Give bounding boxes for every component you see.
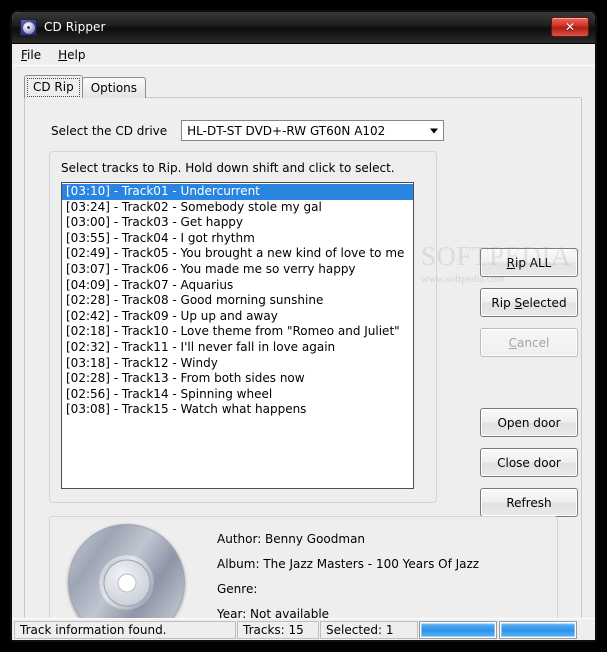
tab-options[interactable]: Options	[81, 77, 147, 98]
track-list-item[interactable]: [03:24] - Track02 - Somebody stole my ga…	[62, 200, 413, 216]
track-listbox[interactable]: [03:10] - Track01 - Undercurrent [03:24] …	[61, 182, 414, 489]
info-genre: Genre:	[217, 582, 258, 596]
info-author: Author: Benny Goodman	[217, 532, 366, 546]
close-door-button[interactable]: Close door	[480, 448, 578, 477]
album-info-panel: Author: Benny Goodman Album: The Jazz Ma…	[49, 516, 558, 640]
progress-bar-1-fill	[421, 622, 495, 637]
drive-selector-row: Select the CD drive HL-DT-ST DVD+-RW GT6…	[51, 120, 445, 141]
status-selected-count: Selected: 1	[320, 620, 418, 639]
track-list-item[interactable]: [02:42] - Track09 - Up up and away	[62, 309, 413, 325]
drive-combobox[interactable]: HL-DT-ST DVD+-RW GT60N A102	[181, 120, 445, 141]
track-group-panel: Select tracks to Rip. Hold down shift an…	[49, 151, 437, 503]
cancel-button: Cancel	[480, 328, 578, 357]
track-list-item[interactable]: [02:32] - Track11 - I'll never fall in l…	[62, 340, 413, 356]
tab-cd-rip[interactable]: CD Rip	[24, 75, 83, 98]
track-list-item[interactable]: [02:56] - Track14 - Spinning wheel	[62, 387, 413, 403]
track-list-item[interactable]: [03:18] - Track12 - Windy	[62, 356, 413, 372]
cancel-rest: ancel	[517, 335, 550, 350]
track-list-item[interactable]: [03:07] - Track06 - You made me so verry…	[62, 262, 413, 278]
track-hint-label: Select tracks to Rip. Hold down shift an…	[61, 161, 395, 175]
track-list-item[interactable]: [03:55] - Track04 - I got rhythm	[62, 231, 413, 247]
progress-bar-2	[499, 620, 577, 639]
rip-selected-pre: Rip	[491, 295, 515, 310]
status-bar: Track information found. Tracks: 15 Sele…	[12, 618, 595, 640]
window-title: CD Ripper	[44, 20, 106, 34]
menu-item-help[interactable]: Help	[58, 47, 94, 63]
status-message: Track information found.	[14, 620, 236, 639]
track-list-item[interactable]: [02:49] - Track05 - You brought a new ki…	[62, 246, 413, 262]
menu-item-file[interactable]: File	[21, 47, 50, 63]
track-list-item[interactable]: [03:00] - Track03 - Get happy	[62, 215, 413, 231]
rip-all-button[interactable]: Rip ALL	[480, 248, 578, 277]
screen: CD Ripper ✕ File Help CD Rip Options Sel…	[0, 0, 607, 652]
track-list-item[interactable]: [02:18] - Track10 - Love theme from "Rom…	[62, 324, 413, 340]
rip-selected-accel: S	[514, 295, 523, 310]
track-list-item[interactable]: [03:08] - Track15 - Watch what happens	[62, 402, 413, 418]
progress-bar-2-fill	[501, 622, 575, 637]
close-button[interactable]: ✕	[551, 17, 589, 37]
chevron-down-icon	[430, 128, 439, 133]
rip-all-rest: ip ALL	[514, 255, 552, 270]
status-track-count: Tracks: 15	[237, 620, 319, 639]
drive-label: Select the CD drive	[51, 123, 168, 138]
menu-bar: File Help	[12, 44, 595, 66]
title-bar: CD Ripper ✕	[12, 12, 595, 44]
rip-selected-button[interactable]: Rip Selected	[480, 288, 578, 317]
cancel-accel: C	[508, 335, 518, 350]
menu-help-accel: H	[58, 47, 68, 62]
tab-focus-rect	[27, 78, 80, 97]
rip-selected-rest: elected	[522, 295, 567, 310]
progress-bar-1	[419, 620, 497, 639]
track-list-item[interactable]: [03:10] - Track01 - Undercurrent	[62, 184, 413, 200]
cd-disc-icon	[20, 19, 37, 36]
album-info-lines: Author: Benny Goodman Album: The Jazz Ma…	[217, 532, 479, 632]
tab-options-label: Options	[90, 81, 138, 95]
app-window: CD Ripper ✕ File Help CD Rip Options Sel…	[11, 11, 596, 641]
track-list-item[interactable]: [02:28] - Track13 - From both sides now	[62, 371, 413, 387]
menu-help-rest: elp	[67, 47, 86, 62]
menu-file-rest: ile	[27, 47, 42, 62]
open-door-button[interactable]: Open door	[480, 408, 578, 437]
tab-panel-cd-rip: Select the CD drive HL-DT-ST DVD+-RW GT6…	[24, 97, 582, 640]
drive-combobox-value: HL-DT-ST DVD+-RW GT60N A102	[187, 123, 386, 138]
info-album: Album: The Jazz Masters - 100 Years Of J…	[217, 557, 480, 571]
tab-strip: CD Rip Options	[24, 75, 147, 98]
track-list-item[interactable]: [04:09] - Track07 - Aquarius	[62, 278, 413, 294]
rip-all-accel: R	[506, 255, 515, 270]
refresh-button[interactable]: Refresh	[480, 488, 578, 517]
track-list-item[interactable]: [02:28] - Track08 - Good morning sunshin…	[62, 293, 413, 309]
body-area: CD Rip Options Select the CD drive HL-DT…	[12, 66, 595, 640]
